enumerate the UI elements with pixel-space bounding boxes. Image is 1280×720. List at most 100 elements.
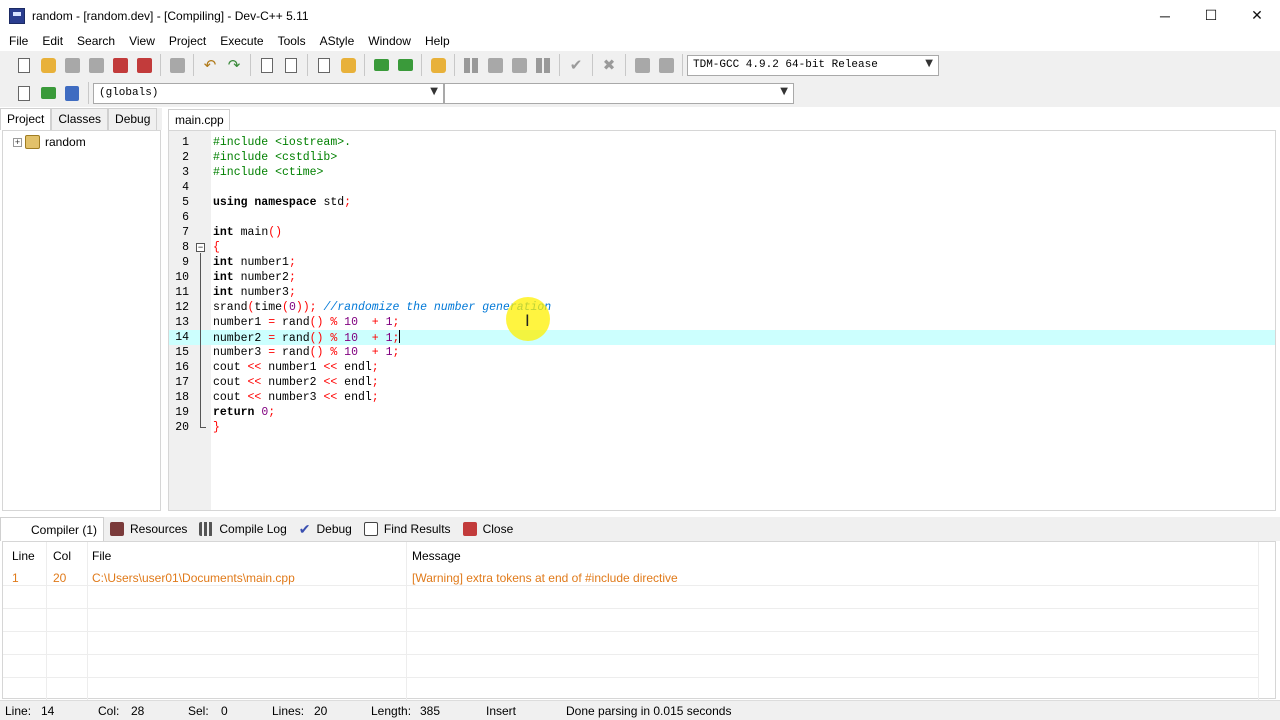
code-line[interactable]: 16 cout << number1 << endl; (169, 360, 1275, 375)
tab-resources[interactable]: Resources (104, 517, 193, 541)
code-line[interactable]: 3 #include <ctime> (169, 165, 1275, 180)
menu-execute[interactable]: Execute (213, 34, 270, 48)
insert-button[interactable] (37, 82, 59, 104)
line-number: 2 (182, 151, 189, 164)
code-line[interactable]: 1 #include <iostream>. (169, 135, 1275, 150)
profile-icon (634, 57, 650, 73)
run-button[interactable] (484, 54, 506, 76)
replace-button[interactable] (280, 54, 302, 76)
toolbar-separator (193, 54, 194, 76)
tab-project[interactable]: Project (0, 108, 52, 130)
code-line[interactable]: 20} (169, 420, 1275, 435)
menu-project[interactable]: Project (162, 34, 213, 48)
new-file-button[interactable] (13, 54, 35, 76)
code-line[interactable]: 10 int number2; (169, 270, 1275, 285)
code-line[interactable]: 15 number3 = rand() % 10 + 1; (169, 345, 1275, 360)
scope-select[interactable]: (globals) ▼ (93, 82, 444, 104)
column-header-file[interactable]: File (92, 549, 111, 563)
code-line[interactable]: 13 number1 = rand() % 10 + 1; (169, 315, 1275, 330)
menu-help[interactable]: Help (418, 34, 457, 48)
column-header-col[interactable]: Col (53, 549, 71, 563)
stop-execution-button[interactable]: ✖ (598, 54, 620, 76)
column-header-line[interactable]: Line (12, 549, 35, 563)
add-to-project-button[interactable] (370, 54, 392, 76)
text-caret (399, 330, 401, 343)
chevron-down-icon: ▼ (430, 85, 438, 97)
rebuild-all-button[interactable] (532, 54, 554, 76)
toolbar-separator (88, 82, 89, 104)
code-line[interactable]: 12 srand(time(0)); //randomize the number… (169, 300, 1275, 315)
fold-collapse-icon[interactable]: − (196, 243, 205, 252)
save-all-button[interactable] (85, 54, 107, 76)
minimize-button[interactable]: ─ (1142, 0, 1188, 31)
compile-run-button[interactable] (508, 54, 530, 76)
delete-profile-button[interactable] (655, 54, 677, 76)
close-file-button[interactable] (109, 54, 131, 76)
expand-icon[interactable]: + (13, 137, 22, 147)
menu-window[interactable]: Window (361, 34, 418, 48)
column-header-message[interactable]: Message (412, 549, 461, 563)
goto-declaration-button[interactable] (13, 82, 35, 104)
code-line[interactable]: 2 #include <cstdlib> (169, 150, 1275, 165)
menu-search[interactable]: Search (70, 34, 122, 48)
code-line[interactable]: 17 cout << number2 << endl; (169, 375, 1275, 390)
tab-compile-log[interactable]: Compile Log (193, 517, 292, 541)
redo-button[interactable]: ↷ (223, 54, 245, 76)
code-text: number3 = rand() % 10 + 1; (213, 346, 400, 359)
remove-from-project-button[interactable] (394, 54, 416, 76)
member-select[interactable]: ▼ (444, 82, 794, 104)
syntax-check-button[interactable]: ✔ (565, 54, 587, 76)
tree-item-random[interactable]: + random (13, 135, 86, 149)
unindent-button[interactable] (337, 54, 359, 76)
tab-debug[interactable]: Debug (108, 108, 158, 130)
menu-view[interactable]: View (122, 34, 162, 48)
close-all-button[interactable] (133, 54, 155, 76)
indent-button[interactable] (313, 54, 335, 76)
code-line[interactable]: 7 int main() (169, 225, 1275, 240)
profile-button[interactable] (631, 54, 653, 76)
status-length-label: Length: (371, 704, 412, 718)
tab-main-cpp[interactable]: main.cpp (168, 109, 230, 130)
code-editor[interactable]: 1 #include <iostream>. 2 #include <cstdlib… (168, 130, 1276, 511)
toggle-bookmark-button[interactable] (61, 82, 83, 104)
close-button[interactable]: ✕ (1234, 0, 1280, 31)
project-options-icon (430, 57, 446, 73)
code-line[interactable]: 8{ (169, 240, 1275, 255)
menu-edit[interactable]: Edit (35, 34, 70, 48)
status-sel-value: 0 (221, 704, 228, 718)
menu-tools[interactable]: Tools (271, 34, 313, 48)
undo-button[interactable]: ↶ (199, 54, 221, 76)
status-bar: Line: 14 Col: 28 Sel: 0 Lines: 20 Length… (0, 700, 1280, 720)
row-divider (3, 608, 1259, 609)
compiler-select[interactable]: TDM-GCC 4.9.2 64-bit Release ▼ (687, 54, 939, 76)
code-line[interactable]: 18 cout << number3 << endl; (169, 390, 1275, 405)
tab-find-results[interactable]: Find Results (358, 517, 457, 541)
class-toolbar: (globals) ▼ ▼ (12, 79, 794, 107)
tab-close[interactable]: Close (457, 517, 520, 541)
code-line[interactable]: 6 (169, 210, 1275, 225)
unindent-icon (340, 57, 356, 73)
tab-classes[interactable]: Classes (51, 108, 109, 130)
code-text: int number3; (213, 286, 296, 299)
project-options-button[interactable] (427, 54, 449, 76)
open-folder-icon (40, 57, 56, 73)
menu-file[interactable]: File (2, 34, 35, 48)
current-code-line[interactable]: 14 number2 = rand() % 10 + 1; (169, 330, 1275, 345)
maximize-button[interactable]: ☐ (1188, 0, 1234, 31)
compile-button[interactable] (460, 54, 482, 76)
code-text: #include <cstdlib> (213, 151, 338, 164)
open-button[interactable] (37, 54, 59, 76)
print-button[interactable] (166, 54, 188, 76)
find-button[interactable] (256, 54, 278, 76)
code-line[interactable]: 11 int number3; (169, 285, 1275, 300)
menu-bar: File Edit Search View Project Execute To… (0, 31, 1280, 51)
code-line[interactable]: 5 using namespace std; (169, 195, 1275, 210)
tab-compiler[interactable]: Compiler (1) (0, 517, 105, 541)
menu-astyle[interactable]: AStyle (313, 34, 362, 48)
save-button[interactable] (61, 54, 83, 76)
tab-debug-output[interactable]: ✔ Debug (293, 517, 358, 541)
devcpp-app-icon[interactable] (9, 7, 25, 24)
code-line[interactable]: 9 int number1; (169, 255, 1275, 270)
code-line[interactable]: 4 (169, 180, 1275, 195)
code-line[interactable]: 19 return 0; (169, 405, 1275, 420)
